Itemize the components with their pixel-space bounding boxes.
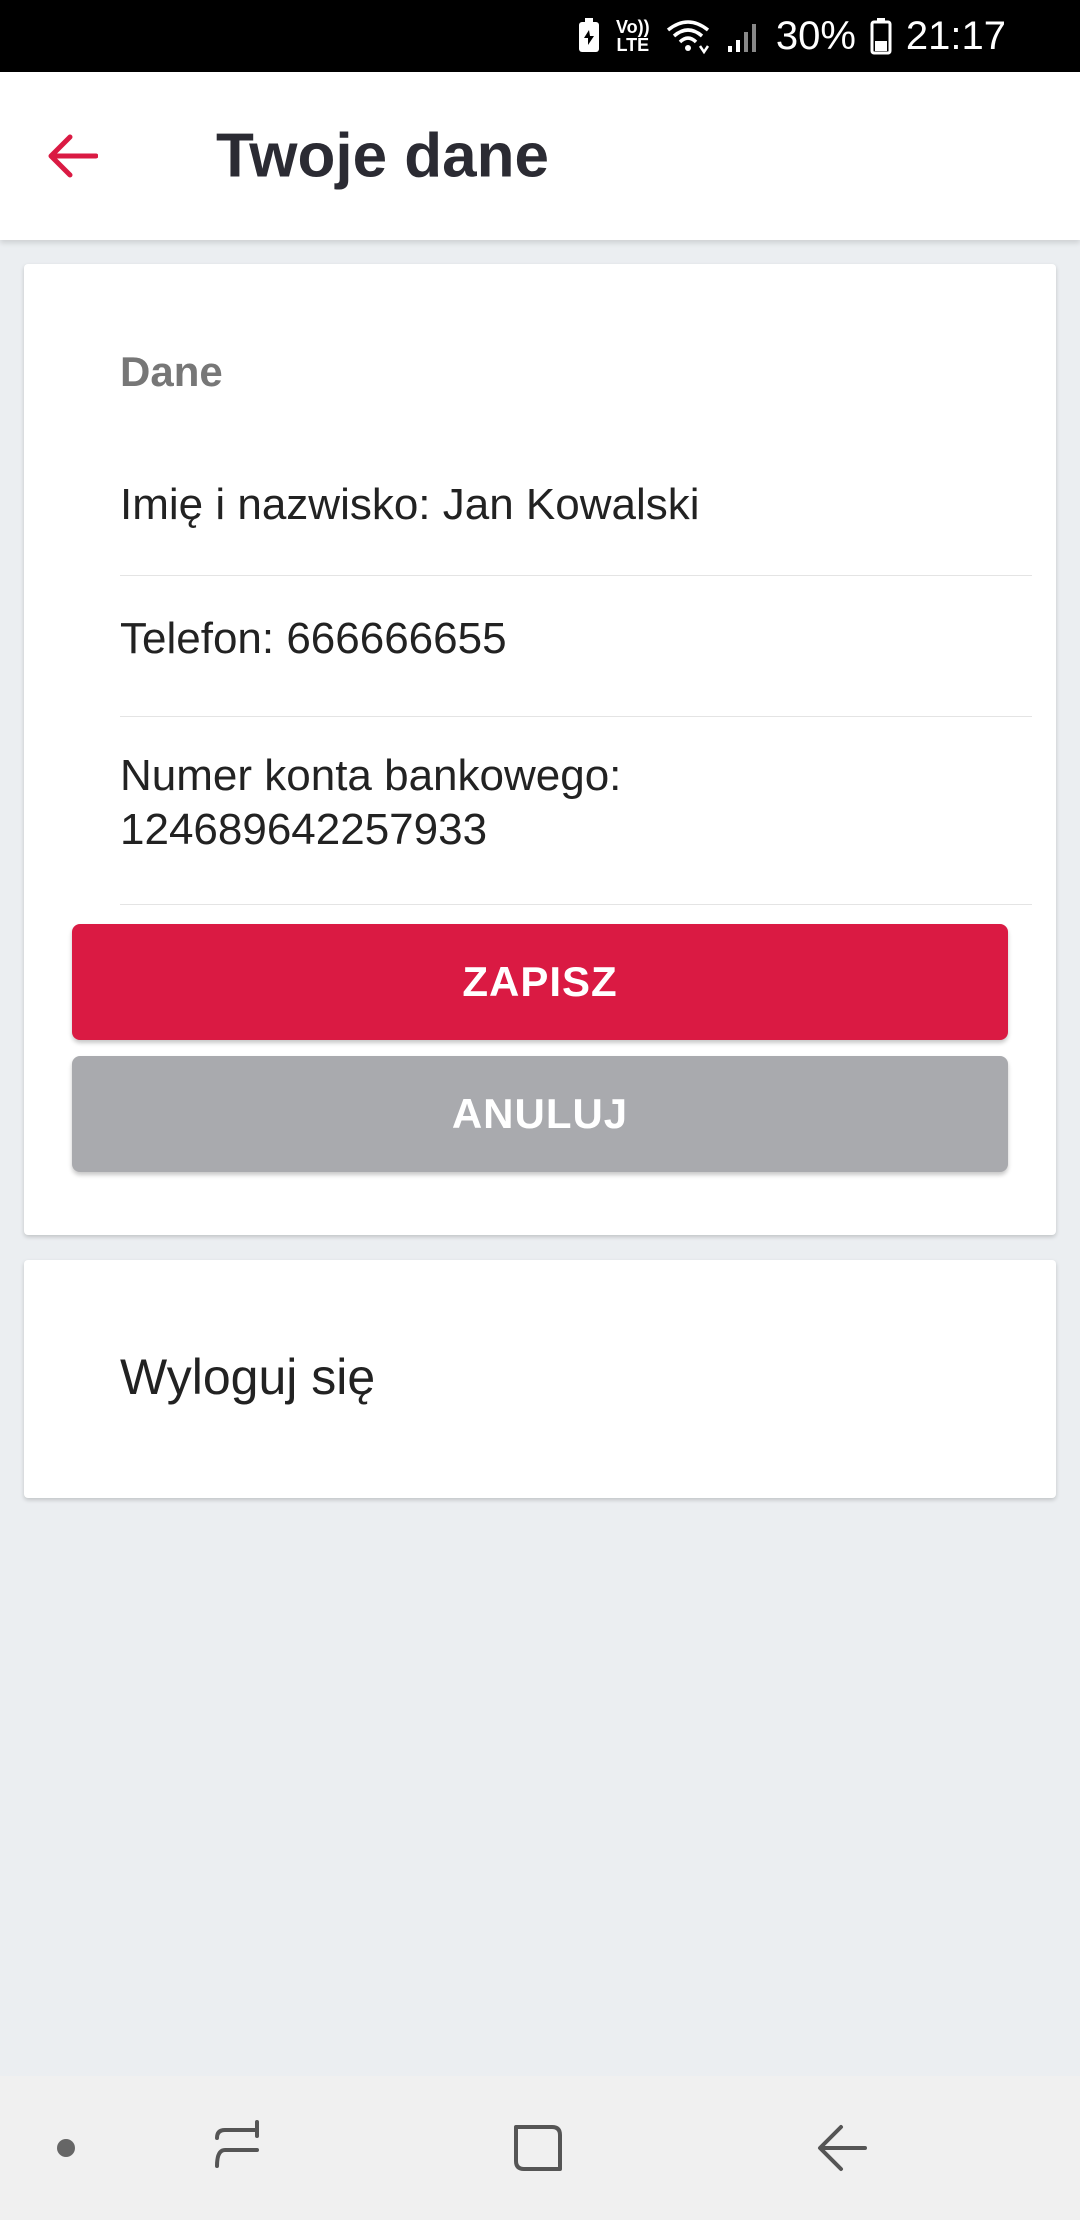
name-row[interactable]: Imię i nazwisko: Jan Kowalski [120,460,1032,576]
personal-data-card: Dane Imię i nazwisko: Jan Kowalski Telef… [24,264,1056,1235]
bank-account-row[interactable]: Numer konta bankowego: 124689642257933 [120,717,1032,905]
back-nav-icon[interactable] [815,2123,869,2173]
logout-card[interactable]: Wyloguj się [24,1260,1056,1498]
volte-label: Vo)) [616,17,650,37]
wifi-icon [664,16,712,56]
logout-label: Wyloguj się [120,1349,376,1405]
phone-text: Telefon: 666666655 [120,614,507,663]
home-icon[interactable] [512,2121,564,2175]
clock: 21:17 [905,13,1006,58]
dot-indicator-icon[interactable] [56,2138,76,2158]
cancel-button[interactable]: ANULUJ [72,1056,1008,1172]
system-navigation-bar [0,2076,1080,2220]
recent-apps-icon[interactable] [209,2120,263,2176]
back-button[interactable] [40,124,104,188]
bank-account-label: Numer konta bankowego: [120,751,622,800]
arrow-back-icon [46,132,98,180]
battery-percentage: 30% [775,13,856,58]
status-bar: Vo)) LTE 30% 21:17 [0,0,1080,72]
battery-icon [870,17,892,55]
signal-icon [726,18,762,54]
battery-saver-icon [576,18,602,54]
network-type-label: Vo)) LTE [616,18,650,54]
lte-label: LTE [616,35,650,55]
name-text: Imię i nazwisko: Jan Kowalski [120,480,700,529]
phone-row[interactable]: Telefon: 666666655 [120,576,1032,717]
bank-account-number: 124689642257933 [120,805,488,854]
section-title: Dane [120,348,223,395]
app-bar: Twoje dane [0,72,1080,240]
save-button[interactable]: ZAPISZ [72,924,1008,1040]
page-title: Twoje dane [216,121,550,191]
